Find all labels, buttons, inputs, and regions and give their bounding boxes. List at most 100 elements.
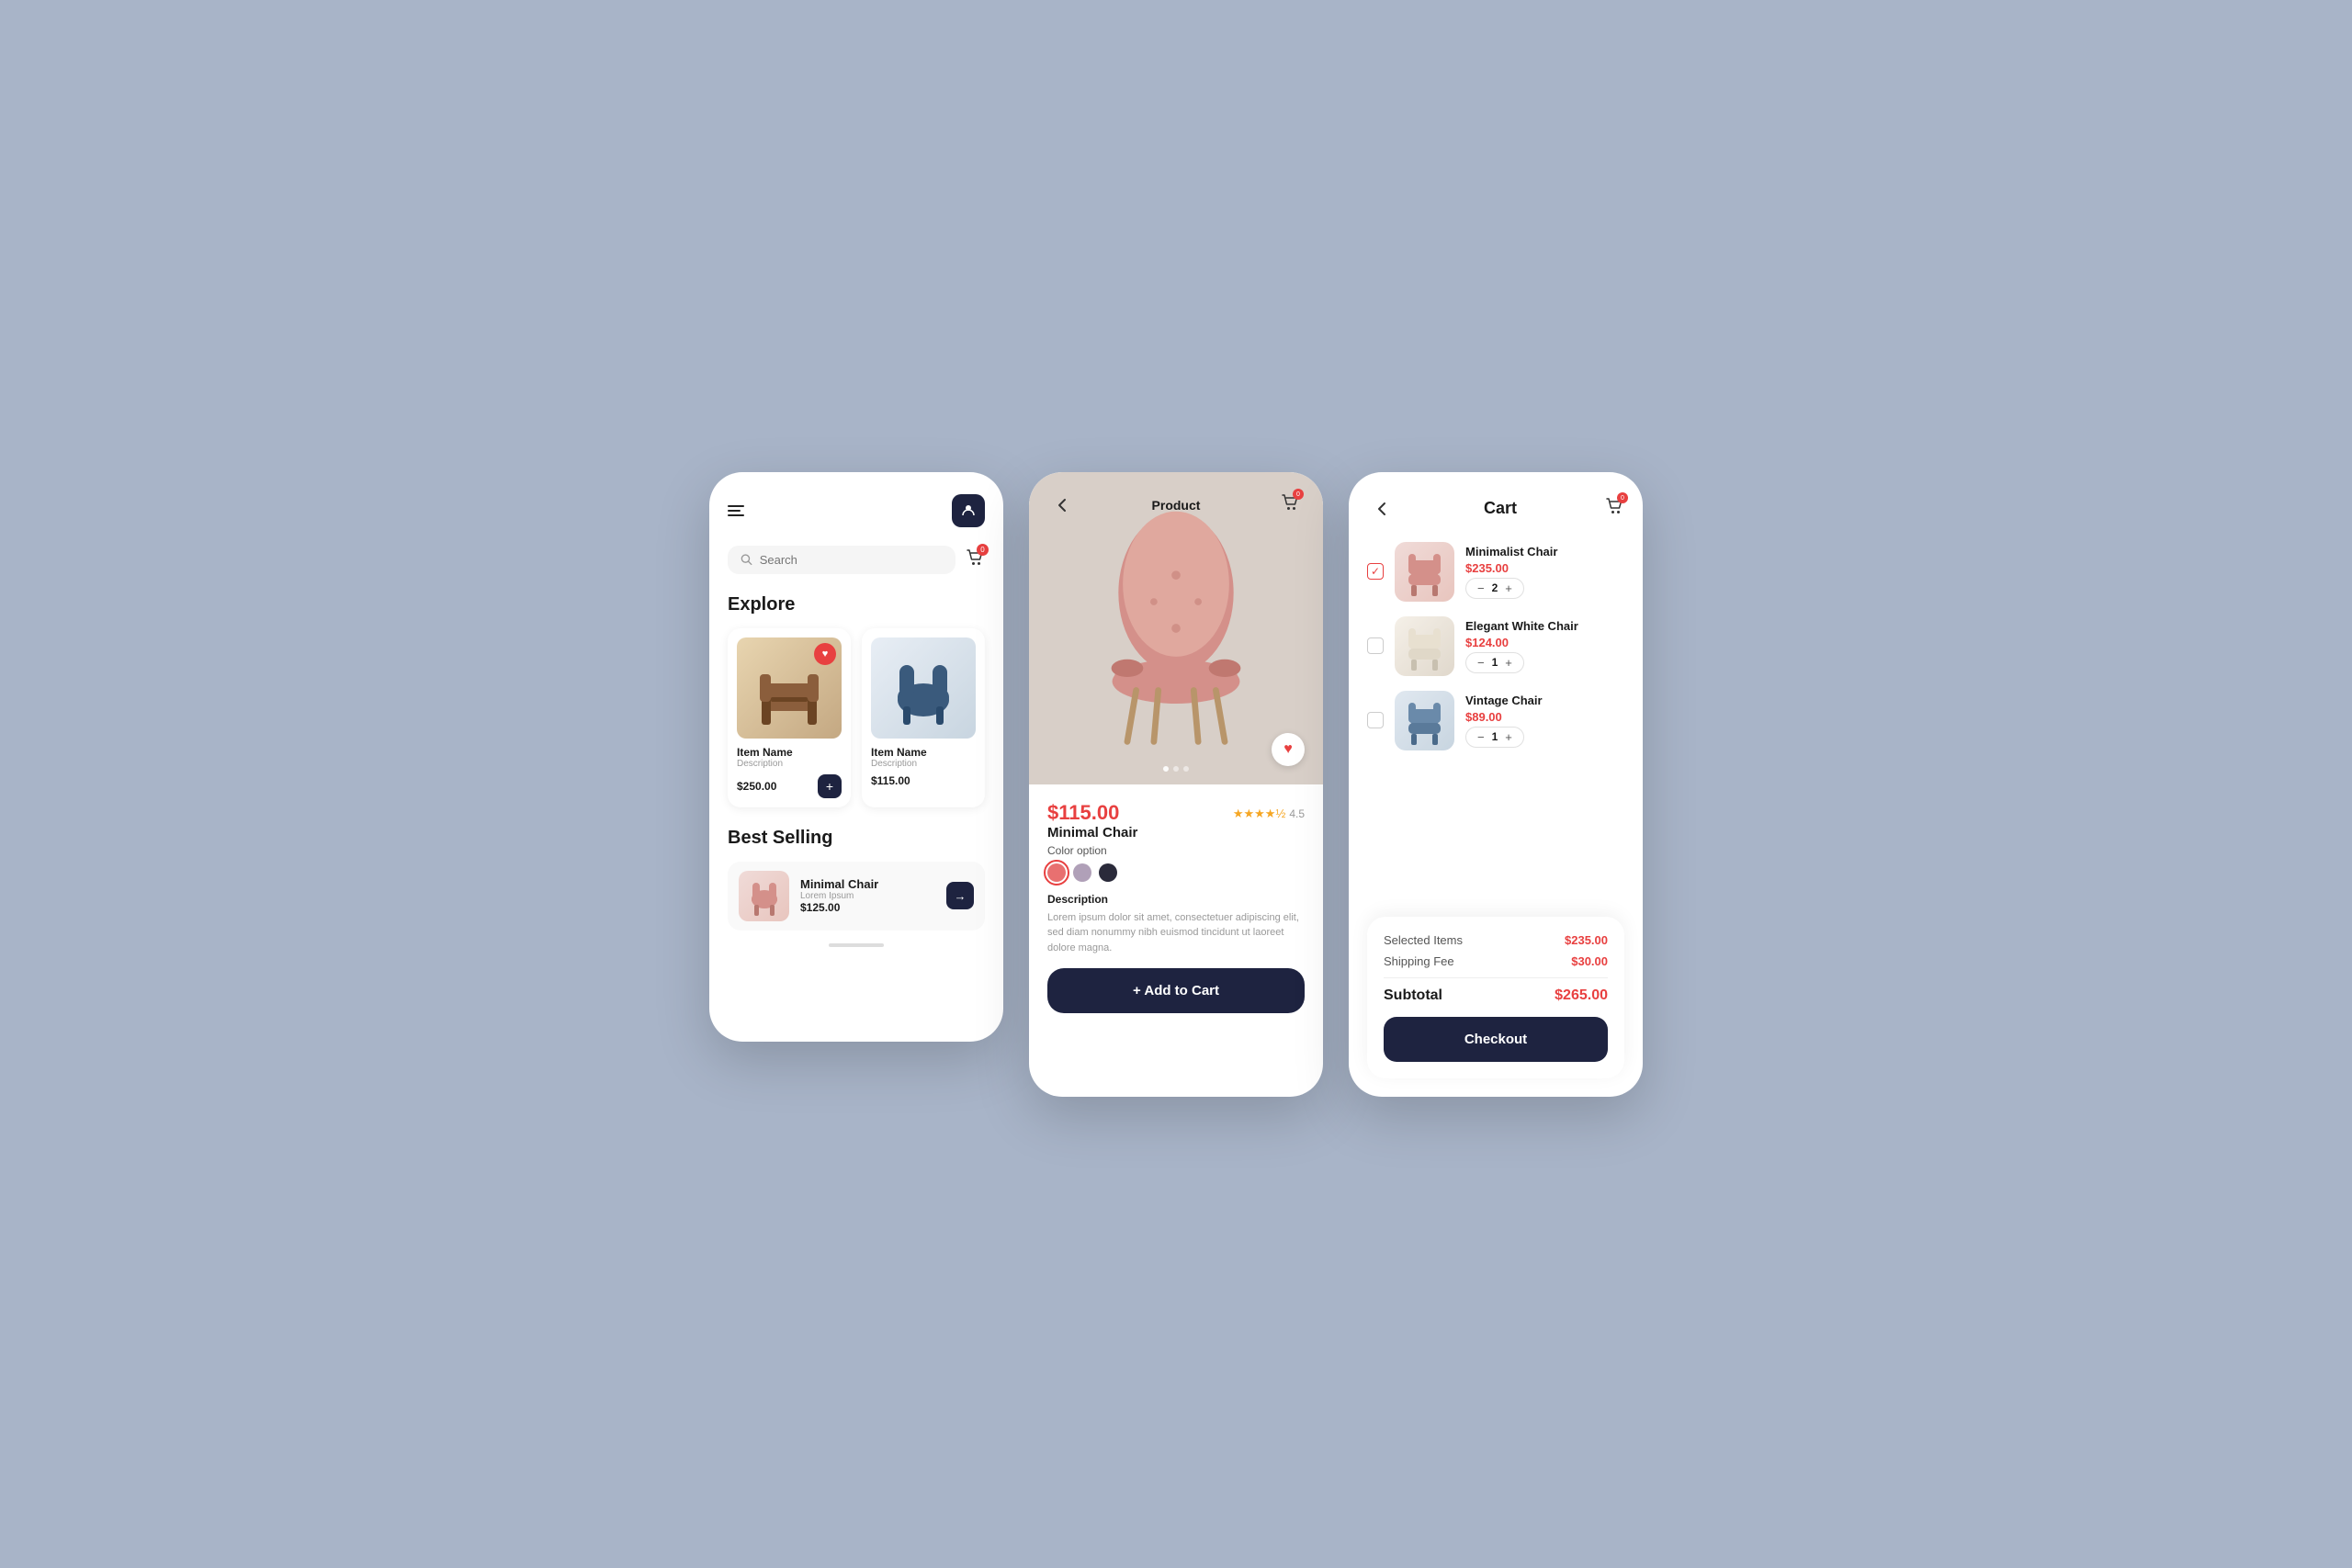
menu-icon[interactable] [728,505,744,516]
cart-item-2: Elegant White Chair $124.00 − 1 + [1367,616,1624,676]
color-section: Color option [1047,844,1305,882]
cart-checkbox-1[interactable]: ✓ [1367,563,1384,580]
screen-cart: Cart 0 ✓ [1349,472,1643,1097]
best-selling-title: Best Selling [728,828,985,849]
cart-item-name-2: Elegant White Chair [1465,619,1624,633]
best-item-arrow-1[interactable]: → [946,882,974,909]
cart-item-img-1 [1395,542,1454,602]
cart-checkbox-3[interactable] [1367,712,1384,728]
screens-container: 0 Explore ♥ [709,472,1643,1097]
like-button-product[interactable]: ♥ [1272,733,1305,766]
back-button[interactable] [1047,491,1077,520]
cart-item-info-2: Elegant White Chair $124.00 − 1 + [1465,619,1624,673]
product-card-img-1: ♥ [737,637,842,739]
qty-plus-2[interactable]: + [1503,656,1514,670]
cart-item-price-3: $89.00 [1465,710,1624,724]
product-screen-title: Product [1152,498,1201,513]
cart-back-button[interactable] [1367,494,1396,524]
dot-2 [1173,766,1179,772]
color-dot-2[interactable] [1073,863,1091,882]
product-name-2: Item Name [871,746,976,759]
best-item-img-1 [739,871,789,921]
selected-items-label: Selected Items [1384,933,1463,947]
cart-item-1: ✓ Minimalist Chair $235.00 − [1367,542,1624,602]
best-item-sub-1: Lorem Ipsum [800,891,935,901]
shipping-label: Shipping Fee [1384,954,1454,968]
product-price-2: $115.00 [871,774,910,787]
screen-home: 0 Explore ♥ [709,472,1003,1042]
cart-item-price-2: $124.00 [1465,636,1624,649]
add-to-cart-button[interactable]: + Add to Cart [1047,968,1305,1013]
product-card-2[interactable]: Item Name Description $115.00 [862,628,985,807]
checkout-button[interactable]: Checkout [1384,1017,1608,1062]
cart-badge-home: 0 [977,544,989,556]
card-footer-1: $250.00 + [737,774,842,798]
add-product-1[interactable]: + [818,774,842,798]
qty-minus-3[interactable]: − [1476,730,1487,744]
subtotal-label: Subtotal [1384,987,1442,1004]
description-section: Description Lorem ipsum dolor sit amet, … [1047,893,1305,956]
product-price-1: $250.00 [737,780,776,793]
summary-divider [1384,977,1608,978]
search-input-wrap[interactable] [728,546,956,574]
best-item-price-1: $125.00 [800,901,935,914]
like-button-1[interactable]: ♥ [814,643,836,665]
qty-val-2: 1 [1492,656,1498,669]
qty-val-3: 1 [1492,730,1498,743]
cart-item-info-1: Minimalist Chair $235.00 − 2 + [1465,545,1624,599]
search-bar: 0 [728,546,985,574]
screen-product: Product 0 [1029,472,1323,1097]
qty-val-1: 2 [1492,581,1498,594]
qty-control-3: − 1 + [1465,727,1524,748]
subtotal-val: $265.00 [1555,987,1608,1004]
color-dot-3[interactable] [1099,863,1117,882]
rating-num: 4.5 [1289,807,1305,820]
cart-summary: Selected Items $235.00 Shipping Fee $30.… [1367,917,1624,1078]
qty-plus-1[interactable]: + [1503,581,1514,595]
cart-item-name-3: Vintage Chair [1465,694,1624,707]
product-name-1: Item Name [737,746,842,759]
cart-item-img-3 [1395,691,1454,750]
cart-item-img-2 [1395,616,1454,676]
product-details: $115.00 Minimal Chair ★★★★½ 4.5 Color op… [1029,784,1323,1097]
qty-minus-1[interactable]: − [1476,581,1487,595]
description-text: Lorem ipsum dolor sit amet, consectetuer… [1047,910,1305,956]
cart-icon-home[interactable]: 0 [965,547,985,572]
color-dots [1047,863,1305,882]
cart-button-product[interactable]: 0 [1275,491,1305,520]
best-item-info-1: Minimal Chair Lorem Ipsum $125.00 [800,877,935,914]
best-item-1[interactable]: Minimal Chair Lorem Ipsum $125.00 → [728,862,985,931]
qty-minus-2[interactable]: − [1476,656,1487,670]
cart-icon-cart-screen[interactable]: 0 [1604,496,1624,521]
qty-plus-3[interactable]: + [1503,730,1514,744]
product-price: $115.00 [1047,801,1137,825]
cart-item-3: Vintage Chair $89.00 − 1 + [1367,691,1624,750]
color-label: Color option [1047,844,1305,857]
cart-checkbox-2[interactable] [1367,637,1384,654]
qty-control-1: − 2 + [1465,578,1524,599]
selected-items-val: $235.00 [1565,933,1608,947]
chair-image-2 [871,637,976,739]
explore-grid: ♥ Item Name Description [728,628,985,807]
qty-control-2: − 1 + [1465,652,1524,673]
product-card-img-2 [871,637,976,739]
cart-badge-product: 0 [1293,489,1304,500]
dot-3 [1183,766,1189,772]
product-desc-1: Description [737,759,842,769]
avatar-button[interactable] [952,494,985,527]
cart-header: Cart 0 [1367,494,1624,524]
best-item-name-1: Minimal Chair [800,877,935,891]
shipping-val: $30.00 [1571,954,1608,968]
cart-badge-cart: 0 [1617,492,1628,503]
dot-1 [1163,766,1169,772]
cart-item-price-1: $235.00 [1465,561,1624,575]
product-desc-2: Description [871,759,976,769]
search-input[interactable] [760,553,943,567]
scroll-bar [829,943,884,947]
checkout-label: Checkout [1464,1032,1527,1047]
best-selling-list: Minimal Chair Lorem Ipsum $125.00 → [728,862,985,931]
product-card-1[interactable]: ♥ Item Name Description [728,628,851,807]
product-hero-nav: Product 0 [1029,491,1323,520]
cart-items-list: ✓ Minimalist Chair $235.00 − [1367,542,1624,902]
color-dot-1[interactable] [1047,863,1066,882]
